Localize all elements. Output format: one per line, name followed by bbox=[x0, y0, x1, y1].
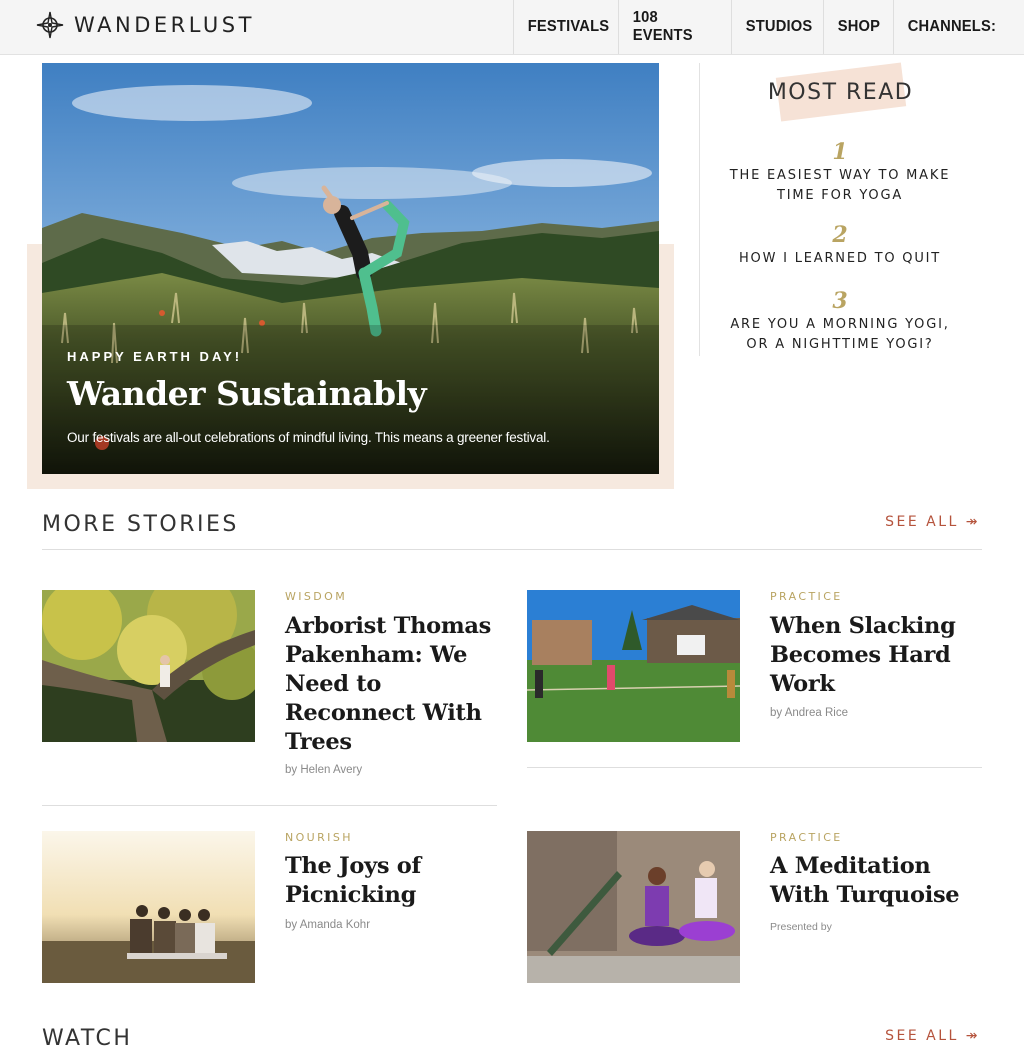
hero-kicker: HAPPY EARTH DAY! bbox=[67, 349, 243, 364]
most-read-link[interactable]: ARE YOU A MORNING YOGI, OR A NIGHTTIME Y… bbox=[712, 315, 968, 355]
story-title[interactable]: When Slacking Becomes Hard Work bbox=[770, 612, 980, 699]
story-title-line: When Slacking bbox=[770, 613, 956, 639]
story-category[interactable]: PRACTICE bbox=[770, 831, 843, 844]
watch-title: WATCH bbox=[42, 1026, 133, 1051]
most-read-item[interactable]: 1 THE EASIEST WAY TO MAKE TIME FOR YOGA bbox=[712, 140, 968, 206]
story-title-line: Work bbox=[770, 671, 835, 697]
most-read-link[interactable]: THE EASIEST WAY TO MAKE TIME FOR YOGA bbox=[712, 166, 968, 206]
most-read-number: 1 bbox=[832, 139, 848, 165]
most-read-number: 3 bbox=[832, 288, 848, 314]
more-stories-title: MORE STORIES bbox=[42, 512, 239, 537]
story-title-line: Trees bbox=[285, 729, 352, 755]
story-category[interactable]: NOURISH bbox=[285, 831, 353, 844]
nav-108-events[interactable]: 108 EVENTS bbox=[618, 0, 722, 54]
story-title-line: Need to bbox=[285, 671, 382, 697]
more-stories-see-all[interactable]: SEE ALL ↠ bbox=[885, 514, 980, 530]
most-read-line: OR A NIGHTTIME YOGI? bbox=[746, 337, 934, 352]
slackline-image bbox=[527, 590, 740, 742]
story-title[interactable]: A Meditation With Turquoise bbox=[770, 852, 980, 910]
story-category[interactable]: PRACTICE bbox=[770, 590, 843, 603]
nav-studios[interactable]: STUDIOS bbox=[731, 0, 816, 54]
story-thumbnail[interactable] bbox=[42, 590, 255, 742]
logo[interactable]: WANDERLUST bbox=[36, 11, 255, 39]
most-read-divider bbox=[699, 63, 700, 356]
watch-see-all[interactable]: SEE ALL ↠ bbox=[885, 1028, 980, 1044]
most-read-line: HOW I LEARNED TO QUIT bbox=[738, 251, 942, 266]
most-read-line: TIME FOR YOGA bbox=[776, 188, 904, 203]
story-title-line: Picnicking bbox=[285, 882, 417, 908]
most-read-item[interactable]: 2 HOW I LEARNED TO QUIT bbox=[712, 223, 968, 269]
meditation-image bbox=[527, 831, 740, 983]
story-category[interactable]: WISDOM bbox=[285, 590, 347, 603]
nav-channels[interactable]: CHANNELS: bbox=[893, 0, 1014, 54]
story-title[interactable]: The Joys of Picnicking bbox=[285, 852, 495, 910]
nav-festivals[interactable]: FESTIVALS bbox=[513, 0, 610, 54]
site-header: WANDERLUST FESTIVALS 108 EVENTS STUDIOS … bbox=[0, 0, 1024, 55]
story-divider bbox=[42, 805, 497, 806]
story-title-line: Becomes Hard bbox=[770, 642, 951, 668]
nav-shop[interactable]: SHOP bbox=[823, 0, 887, 54]
most-read-link[interactable]: HOW I LEARNED TO QUIT bbox=[712, 249, 968, 269]
story-byline: by Helen Avery bbox=[285, 764, 363, 776]
hero-description: Our festivals are all-out celebrations o… bbox=[67, 430, 550, 445]
story-title-line: Arborist Thomas bbox=[285, 613, 492, 639]
story-divider bbox=[527, 767, 982, 768]
main-nav: FESTIVALS 108 EVENTS STUDIOS SHOP CHANNE… bbox=[513, 0, 1024, 54]
story-title-line: Pakenham: We bbox=[285, 642, 468, 668]
brand-name: WANDERLUST bbox=[74, 13, 255, 37]
tree-image bbox=[42, 590, 255, 742]
hero-title[interactable]: Wander Sustainably bbox=[67, 374, 427, 413]
story-title-line: A Meditation bbox=[770, 853, 931, 879]
picnic-image bbox=[42, 831, 255, 983]
compass-logo-icon bbox=[36, 11, 64, 39]
most-read-line: ARE YOU A MORNING YOGI, bbox=[730, 317, 950, 332]
story-title[interactable]: Arborist Thomas Pakenham: We Need to Rec… bbox=[285, 612, 495, 757]
story-byline: by Amanda Kohr bbox=[285, 919, 371, 931]
hero-feature[interactable]: HAPPY EARTH DAY! Wander Sustainably Our … bbox=[42, 63, 659, 474]
story-byline: by Andrea Rice bbox=[770, 707, 848, 719]
most-read-title: MOST READ bbox=[767, 80, 914, 105]
story-thumbnail[interactable] bbox=[42, 831, 255, 983]
story-thumbnail[interactable] bbox=[527, 831, 740, 983]
most-read-item[interactable]: 3 ARE YOU A MORNING YOGI, OR A NIGHTTIME… bbox=[712, 289, 968, 355]
story-title-line: The Joys of bbox=[285, 853, 421, 879]
story-title-line: Reconnect With bbox=[285, 700, 482, 726]
most-read-number: 2 bbox=[832, 222, 848, 248]
most-read-line: THE EASIEST WAY TO MAKE bbox=[729, 168, 951, 183]
story-title-line: With Turquoise bbox=[770, 882, 960, 908]
section-divider bbox=[42, 549, 982, 550]
story-thumbnail[interactable] bbox=[527, 590, 740, 742]
story-sponsor: Presented by bbox=[770, 921, 832, 933]
